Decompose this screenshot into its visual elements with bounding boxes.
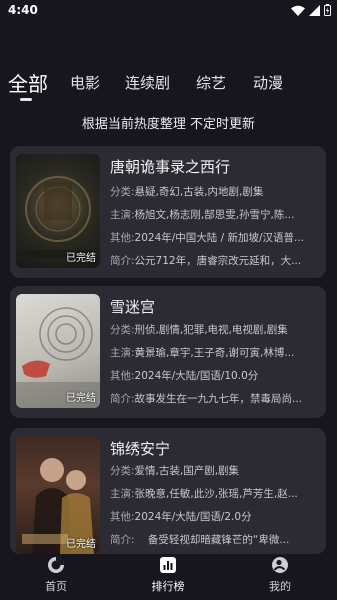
card-intro: 简介:公元712年，唐睿宗改元延和，大... bbox=[110, 255, 302, 267]
ranking-card[interactable]: 已完结 雪迷宫 分类:刑侦,剧情,犯罪,电视,电视剧,剧集 主演:黄景瑜,章宇,… bbox=[10, 286, 326, 418]
ranking-card[interactable]: 已完结 锦绣安宁 分类:爱情,古装,国产剧,剧集 主演:张晚意,任敏,此沙,张瑶… bbox=[10, 428, 326, 554]
tab-movie[interactable]: 电影 bbox=[70, 72, 100, 93]
tab-series[interactable]: 连续剧 bbox=[125, 72, 170, 93]
category-tabs: 全部 电影 连续剧 综艺 动漫 bbox=[0, 68, 337, 108]
tab-anime[interactable]: 动漫 bbox=[253, 72, 283, 93]
poster-image: 已完结 bbox=[16, 154, 100, 268]
card-title: 唐朝诡事录之西行 bbox=[110, 158, 231, 176]
nav-mine[interactable]: 我的 bbox=[240, 556, 320, 594]
status-badge: 已完结 bbox=[66, 253, 96, 264]
tab-variety[interactable]: 综艺 bbox=[196, 72, 226, 93]
card-cast: 主演:黄景瑜,章宇,王子奇,谢可寅,林博... bbox=[110, 347, 295, 359]
ranking-icon bbox=[160, 557, 176, 573]
battery-icon bbox=[324, 4, 331, 16]
poster-image: 已完结 bbox=[16, 294, 100, 408]
tab-indicator bbox=[20, 98, 32, 101]
nav-ranking-label: 排行榜 bbox=[151, 580, 185, 593]
bottom-nav: 首页 排行榜 我的 bbox=[0, 554, 337, 600]
nav-home-label: 首页 bbox=[45, 580, 67, 593]
ranking-card[interactable]: 已完结 唐朝诡事录之西行 分类:悬疑,奇幻,古装,内地剧,剧集 主演:杨旭文,杨… bbox=[10, 146, 326, 278]
card-other: 其他:2024年/大陆/国语/2.0分 bbox=[110, 511, 252, 523]
card-genre: 分类:悬疑,奇幻,古装,内地剧,剧集 bbox=[110, 186, 264, 198]
status-time: 4:40 bbox=[8, 3, 38, 17]
card-other: 其他:2024年/中国大陆 / 新加坡/汉语普... bbox=[110, 232, 305, 244]
status-badge: 已完结 bbox=[66, 393, 96, 404]
card-genre: 分类:爱情,古装,国产剧,剧集 bbox=[110, 465, 240, 477]
status-badge: 已完结 bbox=[66, 539, 96, 550]
profile-icon bbox=[272, 557, 288, 573]
card-intro: 简介: 备受轻视却暗藏锋芒的“卑微... bbox=[110, 534, 290, 546]
signal-icon bbox=[309, 4, 320, 16]
poster-image: 已完结 bbox=[16, 436, 100, 554]
card-cast: 主演:杨旭文,杨志刚,郜思雯,孙雪宁,陈... bbox=[110, 209, 295, 221]
card-intro: 简介:故事发生在一九九七年，禁毒局尚... bbox=[110, 393, 303, 405]
card-cast: 主演:张晚意,任敏,此沙,张瑶,芦芳生,赵... bbox=[110, 488, 298, 500]
status-bar: 4:40 bbox=[0, 0, 337, 24]
ranking-subtitle: 根据当前热度整理 不定时更新 bbox=[81, 117, 256, 132]
status-icons bbox=[291, 4, 331, 16]
card-genre: 分类:刑侦,剧情,犯罪,电视,电视剧,剧集 bbox=[110, 324, 288, 336]
wifi-icon bbox=[291, 5, 305, 16]
nav-mine-label: 我的 bbox=[269, 580, 291, 593]
nav-ranking[interactable]: 排行榜 bbox=[128, 556, 208, 594]
card-title: 雪迷宫 bbox=[110, 298, 156, 316]
tab-all[interactable]: 全部 bbox=[8, 68, 48, 97]
card-other: 其他:2024年/大陆/国语/10.0分 bbox=[110, 370, 259, 382]
nav-home[interactable]: 首页 bbox=[16, 556, 96, 594]
card-title: 锦绣安宁 bbox=[110, 440, 171, 458]
home-icon bbox=[48, 557, 64, 573]
